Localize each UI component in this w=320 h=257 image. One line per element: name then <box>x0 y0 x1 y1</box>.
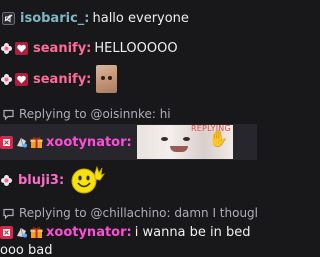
gift-badge-icon[interactable] <box>30 136 43 149</box>
chat-message-continuation: ooo bad <box>0 242 257 257</box>
chat-message-text: hallo everyone <box>92 10 189 26</box>
chat-username[interactable]: xootynator <box>46 135 127 150</box>
chat-username[interactable]: bluji3 <box>18 173 59 188</box>
reply-prefix[interactable]: Replying to @chillachino: damn I thought… <box>0 205 257 221</box>
sub-badge-icon[interactable] <box>0 135 13 149</box>
flower-icon[interactable] <box>0 73 13 86</box>
chat-message: isobaric_ : hallo everyone <box>0 10 257 26</box>
emote-eye <box>160 137 168 141</box>
gift-badge-icon[interactable] <box>30 226 43 239</box>
cat-emote[interactable] <box>96 65 118 93</box>
chat-panel: isobaric_ : hallo everyone seanify : HEL… <box>0 0 257 257</box>
bits-badge-icon[interactable] <box>15 226 28 239</box>
chat-message: seanify : HELLOOOOO <box>0 40 257 56</box>
chat-colon: : <box>58 172 65 188</box>
reply-prefix[interactable]: Replying to @oisinnke: hi <box>0 106 257 122</box>
heart-badge-icon[interactable] <box>15 72 28 86</box>
chat-username[interactable]: xootynator <box>46 225 127 240</box>
emote-eye <box>182 137 190 141</box>
chat-message: bluji3 : <box>0 164 257 196</box>
emote-overlay-text: REPLYING T <box>191 125 233 133</box>
chat-message-text: ooo bad <box>0 242 53 257</box>
wave-hand-icon: ✋ <box>208 129 229 148</box>
baby-emote[interactable]: ✋ REPLYING T <box>136 125 233 159</box>
reply-text: Replying to @oisinnke: hi <box>19 107 171 121</box>
reply-icon <box>2 207 15 220</box>
chat-message: xootynator : ✋ REPLYING T <box>0 125 257 159</box>
chat-message-text: i wanna be in bed <box>134 224 251 240</box>
chat-colon: : <box>86 71 92 87</box>
heart-badge-icon[interactable] <box>15 41 28 55</box>
chat-username[interactable]: seanify <box>33 72 86 87</box>
reply-text: Replying to @chillachino: damn I thought… <box>19 206 257 220</box>
chat-message: seanify : <box>0 64 257 94</box>
emote-mouth <box>169 146 188 152</box>
chat-colon: : <box>86 40 92 56</box>
chat-colon: : <box>126 224 132 240</box>
sub-badge-icon[interactable] <box>0 225 13 239</box>
chat-colon: : <box>84 10 90 26</box>
chat-username[interactable]: seanify <box>33 41 86 56</box>
reply-icon <box>2 108 15 121</box>
flower-icon[interactable] <box>0 42 13 55</box>
chat-message-text: HELLOOOOO <box>94 40 178 56</box>
smiley-wave-emote[interactable] <box>71 165 106 195</box>
flower-icon[interactable] <box>0 174 13 187</box>
bits-badge-icon[interactable] <box>15 136 28 149</box>
chat-colon: : <box>126 134 132 150</box>
no-audio-icon[interactable] <box>2 11 15 25</box>
chat-message: xootynator : i wanna be in bed <box>0 224 257 240</box>
chat-username[interactable]: isobaric_ <box>20 11 84 26</box>
